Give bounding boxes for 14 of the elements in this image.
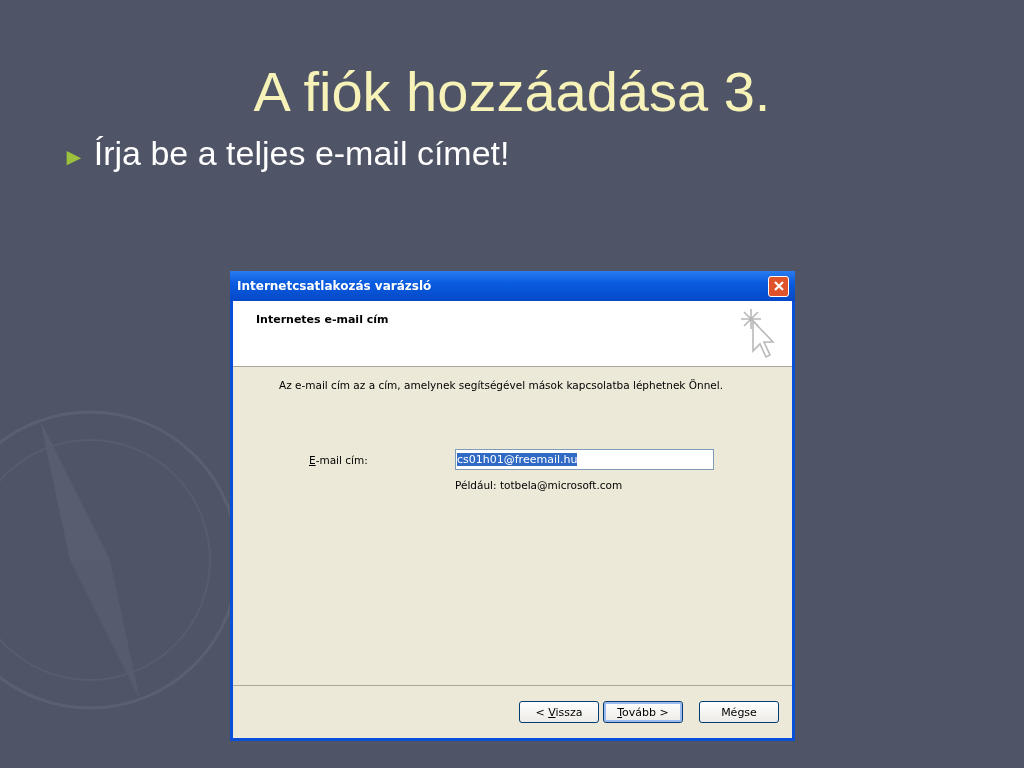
example-text: Például: totbela@microsoft.com <box>455 479 624 491</box>
wizard-button[interactable]: Tovább > <box>603 701 683 723</box>
slide-title: A fiók hozzáadása 3. <box>252 59 772 125</box>
close-button[interactable] <box>768 275 789 297</box>
description-text: Az e-mail cím az a cím, amelynek segítségével mások kapcsolatba léphetnek Önnel. <box>279 379 725 391</box>
bullet-marker: ► <box>62 143 86 171</box>
close-icon <box>772 280 785 292</box>
bullet-text: Írja be a teljes e-mail címet! <box>93 134 510 173</box>
window-title: Internetcsatlakozás varázsló <box>237 279 432 293</box>
email-input-field[interactable]: cs01h01@freemail.hu <box>455 449 714 470</box>
wizard-button[interactable]: < Vissza <box>519 701 599 723</box>
wizard-button[interactable]: Mégse <box>699 701 779 723</box>
page-heading: Internetes e-mail cím <box>256 313 389 328</box>
field-label: E-mail cím: <box>308 453 369 466</box>
